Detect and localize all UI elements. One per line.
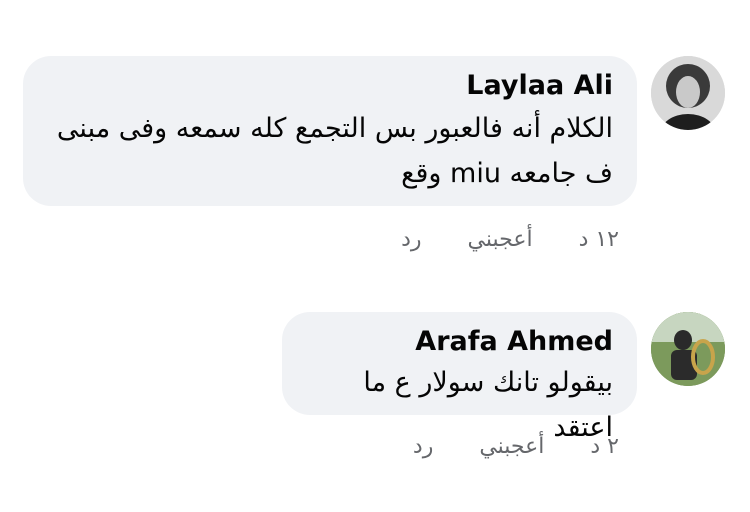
comment-timestamp[interactable]: ٢ د (590, 434, 619, 459)
comment-timestamp[interactable]: ١٢ د (579, 227, 619, 252)
comment-author[interactable]: Arafa Ahmed (306, 326, 613, 358)
reply-button[interactable]: رد (401, 227, 421, 252)
reply-button[interactable]: رد (413, 434, 433, 459)
avatar-photo-laylaa (651, 56, 725, 130)
comment-bubble: Arafa Ahmed بيقولو تانك سولار ع ما اعتقد (282, 312, 637, 443)
comment-author[interactable]: Laylaa Ali (47, 70, 613, 102)
comment-text: الكلام أنه فالعبور بس التجمع كله سمعه وف… (56, 113, 613, 189)
like-button[interactable]: أعجبني (479, 434, 544, 459)
avatar[interactable] (651, 312, 725, 386)
avatar[interactable] (651, 56, 725, 130)
comment-actions: ١٢ د أعجبني رد (401, 227, 619, 252)
avatar-photo-arafa (651, 312, 725, 386)
comment-bubble: Laylaa Ali الكلام أنه فالعبور بس التجمع … (23, 56, 637, 206)
comment-actions: ٢ د أعجبني رد (413, 434, 619, 459)
like-button[interactable]: أعجبني (468, 227, 533, 252)
